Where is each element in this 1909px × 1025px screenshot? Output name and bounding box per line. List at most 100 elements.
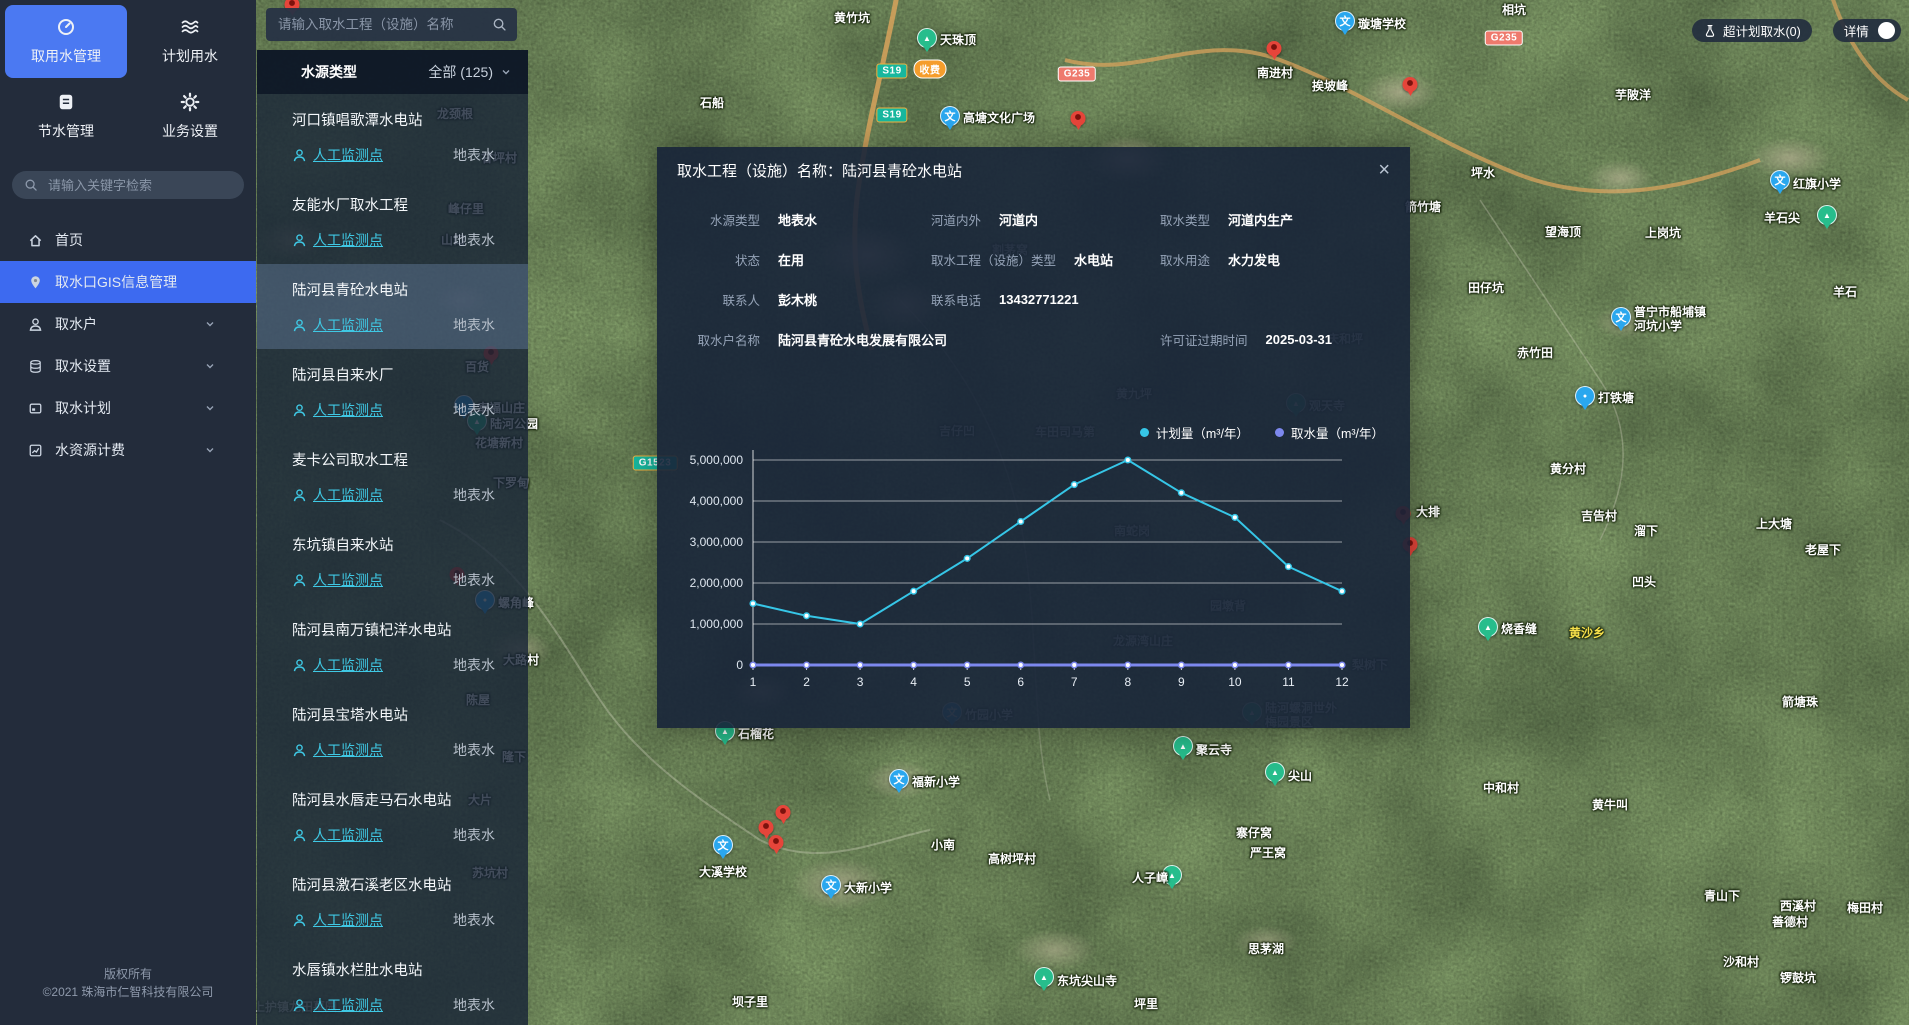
monitor-type-link[interactable]: 人工监测点: [292, 910, 383, 930]
map-pin-green[interactable]: ▲: [1173, 736, 1193, 756]
chevron-down-icon: [204, 318, 216, 330]
road-badge: G235: [1058, 67, 1096, 82]
field-取水用途: 取水用途水力发电: [1160, 239, 1280, 279]
facility-name: 东坑镇自来水站: [292, 534, 495, 555]
monitor-type-link[interactable]: 人工监测点: [292, 995, 383, 1015]
monitor-type-link[interactable]: 人工监测点: [292, 485, 383, 505]
close-icon[interactable]: ×: [1378, 160, 1390, 180]
sidebar-search[interactable]: [12, 171, 244, 199]
sidebar-item-label: 取水设置: [55, 356, 111, 376]
monitor-type-link[interactable]: 人工监测点: [292, 400, 383, 420]
facility-list-item[interactable]: 陆河县宝塔水电站人工监测点地表水: [257, 689, 528, 774]
facility-list-item[interactable]: 东坑镇自来水站人工监测点地表水: [257, 519, 528, 604]
facility-marker-icon[interactable]: [776, 805, 791, 820]
map-label: 坝子里: [732, 995, 768, 1009]
map-pin-school[interactable]: 文: [713, 835, 733, 855]
monitor-type-link[interactable]: 人工监测点: [292, 145, 383, 165]
module-gear[interactable]: 业务设置: [129, 80, 251, 153]
map-pin-blue[interactable]: ●: [1575, 386, 1595, 406]
monitor-type-link[interactable]: 人工监测点: [292, 655, 383, 675]
facility-list-item[interactable]: 友能水厂取水工程人工监测点地表水: [257, 179, 528, 264]
sidebar-item-card[interactable]: 取水计划: [0, 387, 256, 429]
map-pin-school[interactable]: 文: [1611, 307, 1631, 327]
detail-toggle-label: 详情: [1844, 21, 1869, 40]
sidebar-item-label: 取水口GIS信息管理: [55, 272, 177, 292]
facility-name: 河口镇唱歌潭水电站: [292, 109, 495, 130]
facility-list-item[interactable]: 陆河县激石溪老区水电站人工监测点地表水: [257, 859, 528, 944]
map-label: 小南: [931, 838, 955, 852]
svg-text:6: 6: [1017, 675, 1024, 689]
svg-text:4: 4: [910, 675, 917, 689]
facility-list-item[interactable]: 陆河县自来水厂人工监测点地表水: [257, 349, 528, 434]
facility-list-item[interactable]: 水唇镇水栏肚水电站人工监测点地表水: [257, 944, 528, 1025]
field-value: 陆河县青砼水电发展有限公司: [778, 330, 947, 349]
map-pin-green[interactable]: ▲: [1478, 617, 1498, 637]
map-pin-school[interactable]: 文: [821, 875, 841, 895]
facility-marker-icon[interactable]: [1267, 41, 1282, 56]
source-type-filter[interactable]: 全部 (125): [428, 62, 512, 82]
sidebar-item-pin[interactable]: 取水口GIS信息管理: [0, 261, 256, 303]
sidebar-item-chart[interactable]: 水资源计费: [0, 429, 256, 471]
map-label: 羊石尖: [1764, 211, 1800, 225]
module-doc[interactable]: 节水管理: [5, 80, 127, 153]
facility-marker-icon[interactable]: [1403, 77, 1418, 92]
sidebar-item-home[interactable]: 首页: [0, 219, 256, 261]
facility-list-item[interactable]: 陆河县南万镇杞洋水电站人工监测点地表水: [257, 604, 528, 689]
facility-marker-icon[interactable]: [769, 835, 784, 850]
sidebar-item-label: 取水计划: [55, 398, 111, 418]
facility-name: 友能水厂取水工程: [292, 194, 495, 215]
svg-text:12: 12: [1335, 675, 1349, 689]
waves-icon: [180, 17, 200, 37]
field-label: 取水户名称: [675, 330, 760, 349]
monitor-type-link[interactable]: 人工监测点: [292, 570, 383, 590]
facility-list-item[interactable]: 陆河县水唇走马石水电站人工监测点地表水: [257, 774, 528, 859]
module-gauge[interactable]: 取用水管理: [5, 5, 127, 78]
field-value: 水电站: [1074, 250, 1113, 269]
field-取水工程（设施）类型: 取水工程（设施）类型水电站: [931, 239, 1113, 279]
map-label: 东坑尖山寺: [1057, 974, 1117, 988]
facility-list-item[interactable]: 麦卡公司取水工程人工监测点地表水: [257, 434, 528, 519]
school-pin-icon: 文: [718, 837, 729, 853]
map-pin-school[interactable]: 文: [1770, 170, 1790, 190]
map-label: 聚云寺: [1196, 743, 1232, 757]
facility-search[interactable]: [266, 8, 517, 41]
facility-list-item[interactable]: 河口镇唱歌潭水电站人工监测点地表水: [257, 94, 528, 179]
facility-marker-icon[interactable]: [1071, 111, 1086, 126]
over-plan-alert-button[interactable]: 超计划取水(0): [1692, 19, 1812, 42]
sidebar-search-input[interactable]: [46, 177, 232, 194]
facility-list-item[interactable]: 陆河县青砼水电站人工监测点地表水: [257, 264, 528, 349]
map-pin-green[interactable]: ▲: [1265, 762, 1285, 782]
field-label: 取水工程（设施）类型: [931, 250, 1056, 269]
monitor-type-link[interactable]: 人工监测点: [292, 740, 383, 760]
map-pin-culture[interactable]: 文: [940, 106, 960, 126]
map-label: 普宁市船埔镇 河坑小学: [1634, 305, 1706, 333]
field-value: 13432771221: [999, 292, 1079, 307]
module-waves[interactable]: 计划用水: [129, 5, 251, 78]
map-pin-school[interactable]: 文: [1335, 11, 1355, 31]
sidebar-item-user[interactable]: 取水户: [0, 303, 256, 345]
copyright-line1: 版权所有: [0, 965, 256, 983]
monitor-type-link[interactable]: 人工监测点: [292, 315, 383, 335]
user-icon: [28, 317, 44, 332]
map-pin-green[interactable]: ▲: [1817, 205, 1837, 225]
map-label: 大排: [1416, 505, 1440, 519]
detail-toggle[interactable]: 详情: [1833, 19, 1901, 42]
field-label: 河道内外: [931, 210, 981, 229]
facility-marker-icon[interactable]: [759, 820, 774, 835]
person-icon: [292, 148, 307, 163]
map-pin-green[interactable]: ▲: [1034, 967, 1054, 987]
field-状态: 状态在用: [675, 239, 804, 279]
facility-name: 陆河县自来水厂: [292, 364, 495, 385]
facility-search-input[interactable]: [276, 16, 492, 33]
map-label: 福新小学: [912, 775, 960, 789]
map-pin-green[interactable]: ▲: [917, 28, 937, 48]
school-pin-icon: 文: [826, 877, 837, 893]
search-icon[interactable]: [492, 17, 507, 32]
map-pin-school[interactable]: 文: [889, 769, 909, 789]
toggle-knob[interactable]: [1878, 22, 1895, 39]
sidebar-item-db[interactable]: 取水设置: [0, 345, 256, 387]
person-icon: [292, 998, 307, 1013]
monitor-type-link[interactable]: 人工监测点: [292, 825, 383, 845]
map-label: 芋陂洋: [1615, 88, 1651, 102]
monitor-type-link[interactable]: 人工监测点: [292, 230, 383, 250]
